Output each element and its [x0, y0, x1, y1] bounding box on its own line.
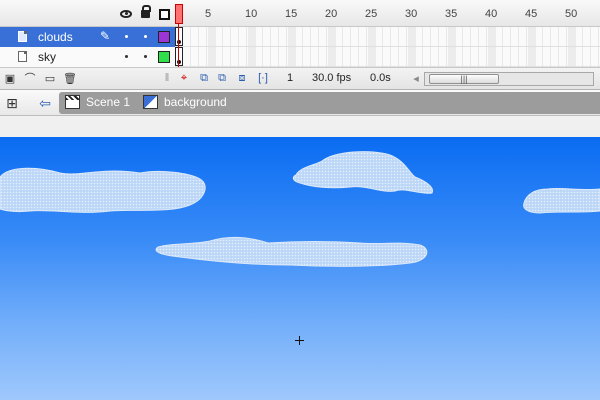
ruler-number: 15	[285, 8, 298, 20]
ruler-number: 45	[525, 8, 538, 20]
cloud-shape[interactable]	[523, 187, 600, 214]
timeline-horizontal-scrollbar[interactable]: |||	[424, 72, 594, 86]
visibility-dot[interactable]	[125, 55, 128, 58]
new-folder-icon[interactable]: ▭	[44, 72, 56, 85]
ruler-number: 25	[365, 8, 378, 20]
scrollbar-thumb[interactable]: |||	[429, 74, 499, 84]
ruler-number: 50	[565, 8, 578, 20]
layer-name[interactable]: clouds	[38, 30, 73, 44]
layer-page-icon	[18, 31, 28, 43]
onion-skin-outlines-icon[interactable]: ⧉	[216, 72, 228, 84]
cloud-shape[interactable]	[155, 236, 428, 267]
center-frame-icon[interactable]: ⌖	[178, 72, 190, 84]
breadcrumb: Scene 1 background	[59, 92, 600, 114]
layer-name[interactable]: sky	[38, 50, 56, 64]
ruler-number: 5	[205, 8, 212, 20]
clouds-layer	[0, 151, 600, 267]
timeline-panel: 1 5 10 15 20 25 30 35 40 45 50 clouds ✎ …	[0, 0, 600, 90]
lock-icon[interactable]	[138, 5, 152, 19]
lock-dot[interactable]	[144, 55, 147, 58]
elapsed-time: 0.0s	[370, 72, 391, 84]
ruler-number: 10	[245, 8, 258, 20]
visibility-dot[interactable]	[125, 35, 128, 38]
playhead-line	[178, 24, 179, 68]
registration-crosshair-icon	[295, 336, 304, 345]
stage-margin	[0, 117, 600, 137]
frame-ruler[interactable]: 1 5 10 15 20 25 30 35 40 45 50	[175, 0, 600, 27]
current-frame: 1	[287, 72, 294, 84]
breadcrumb-label: Scene 1	[86, 95, 131, 109]
frame-rate[interactable]: 30.0 fps	[312, 72, 351, 84]
delete-layer-icon[interactable]: 🗑	[63, 72, 77, 85]
layer-page-icon	[18, 51, 28, 63]
timeline-header: 1 5 10 15 20 25 30 35 40 45 50	[0, 0, 600, 27]
outline-color-swatch[interactable]	[158, 51, 170, 63]
cloud-shape[interactable]	[0, 167, 206, 213]
edit-multiple-frames-icon[interactable]: ⧈	[236, 72, 248, 84]
ruler-number: 40	[485, 8, 498, 20]
outline-icon[interactable]	[157, 7, 171, 21]
outline-color-swatch[interactable]	[158, 31, 170, 43]
breadcrumb-scene[interactable]: Scene 1	[65, 95, 130, 109]
eye-icon[interactable]	[119, 7, 133, 21]
lock-dot[interactable]	[144, 35, 147, 38]
modify-onion-markers-icon[interactable]: [·]	[257, 72, 269, 84]
pencil-icon: ✎	[100, 29, 111, 43]
ruler-number: 20	[325, 8, 338, 20]
ruler-number: 30	[405, 8, 418, 20]
panel-divider-icon: ‖	[164, 72, 170, 84]
stage-canvas[interactable]	[0, 137, 600, 400]
frames-track-sky[interactable]	[175, 47, 600, 67]
breadcrumb-symbol[interactable]: background	[143, 95, 227, 109]
ruler-number: 35	[445, 8, 458, 20]
scroll-left-icon[interactable]: ◂	[410, 72, 422, 85]
timeline-toggle-icon[interactable]: ⊞	[4, 95, 20, 111]
edit-bar: ⊞ ⇦ Scene 1 background	[0, 90, 600, 116]
layer-row-sky[interactable]: sky	[0, 47, 175, 67]
new-layer-icon[interactable]: ▣	[4, 72, 16, 85]
breadcrumb-label: background	[164, 95, 227, 109]
cloud-shape[interactable]	[292, 151, 434, 194]
keyframe[interactable]	[175, 27, 183, 46]
keyframe[interactable]	[175, 47, 183, 66]
timeline-status-bar: ▣ ⌒ ▭ 🗑 ‖ ⌖ ⧉ ⧉ ⧈ [·] 1 30.0 fps 0.0s ◂ …	[0, 67, 600, 89]
onion-skin-icon[interactable]: ⧉	[198, 72, 210, 84]
symbol-graphic-icon	[143, 95, 158, 109]
playhead[interactable]	[175, 4, 183, 24]
layer-row-clouds[interactable]: clouds ✎	[0, 27, 175, 47]
back-arrow-icon[interactable]: ⇦	[37, 95, 53, 111]
add-motion-guide-icon[interactable]: ⌒	[24, 72, 36, 85]
scene-clapper-icon	[65, 95, 80, 109]
frames-track-clouds[interactable]	[175, 27, 600, 47]
